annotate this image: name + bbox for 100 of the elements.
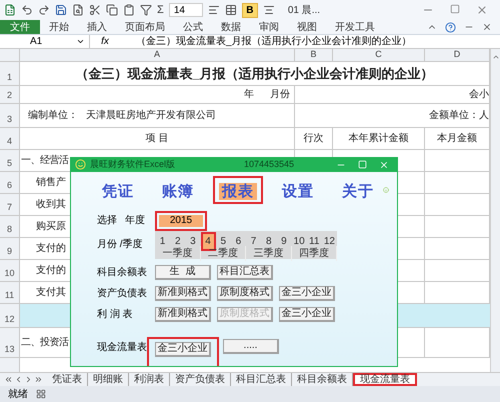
quarter-option[interactable]: 一季度 (155, 246, 200, 260)
table-cell-text: 会小 (469, 88, 489, 102)
save-icon[interactable] (55, 4, 67, 16)
table-cell-text: 支付的 (36, 242, 66, 256)
undo-icon[interactable] (21, 4, 33, 16)
month-option[interactable]: 4 (200, 232, 216, 250)
report-button[interactable]: 金三小企业 (279, 286, 335, 300)
report-button[interactable]: 生 成 (155, 264, 211, 280)
print-preview-icon[interactable] (72, 4, 84, 16)
dialog-tab[interactable]: 设置 (273, 176, 323, 204)
close-icon[interactable] (482, 22, 492, 32)
table-cell-text: 支付的 (36, 264, 66, 278)
next-sheet-icon[interactable] (24, 375, 33, 384)
center-align-icon[interactable] (262, 4, 275, 16)
report-button[interactable]: ..... (223, 338, 279, 354)
table-cell-text: 购买原 (36, 220, 66, 234)
row-number: 9 (0, 238, 20, 260)
report-label: 资产负债表 (97, 286, 148, 300)
table-cell-text: 一、经营活 (21, 154, 68, 168)
year-label: 年 (244, 88, 254, 102)
year-label: 年度 (125, 214, 145, 228)
column-header[interactable]: A (20, 49, 295, 62)
ribbon-tab[interactable]: 公式 (174, 20, 212, 34)
scissors-icon[interactable] (89, 4, 101, 16)
table-cell-text: 销售产 (36, 176, 66, 190)
spreadsheet-icon[interactable] (4, 4, 16, 16)
ribbon-tab[interactable]: 审阅 (250, 20, 288, 34)
dialog-tab[interactable]: 账簿 (153, 176, 203, 204)
column-header-cell-text: 行次 (304, 132, 324, 146)
row-number: 12 (0, 304, 20, 328)
row-number: 13 (0, 328, 20, 358)
dialog-code: 1074453545 (244, 158, 294, 171)
row-number: 3 (0, 104, 20, 128)
window-title: 01 晨... (288, 4, 320, 18)
table-cell-text: 收到其 (36, 198, 66, 212)
sum-button[interactable]: Σ (157, 2, 164, 18)
clipboard-icon[interactable] (123, 4, 135, 16)
column-header-cell-text: 本月金额 (437, 132, 477, 146)
report-button[interactable]: 金三小企业 (155, 342, 211, 356)
first-sheet-icon[interactable] (4, 375, 13, 384)
formula-text: （金三）现金流量表_月报（适用执行小企业会计准则的企业） (135, 34, 412, 49)
sheet-tab[interactable]: 现金流量表 (353, 373, 417, 386)
row-number: 1 (0, 62, 20, 86)
column-header[interactable]: C (333, 49, 425, 62)
report-button[interactable]: 新准则格式 (155, 286, 211, 300)
help-icon[interactable] (445, 22, 456, 32)
table-cell-text: 二、投资活 (21, 336, 68, 350)
table-cell-text: 支付其 (36, 286, 66, 300)
ribbon-tab[interactable]: 页面布局 (116, 20, 174, 34)
year-field[interactable]: 2015 (159, 214, 203, 226)
quarter-option[interactable]: 二季度 (200, 246, 246, 260)
column-header[interactable]: D (425, 49, 490, 62)
row-number: 5 (0, 150, 20, 172)
previous-sheet-icon[interactable] (14, 375, 23, 384)
redo-icon[interactable] (38, 4, 50, 16)
align-icon[interactable] (208, 4, 220, 16)
row-number: 4 (0, 128, 20, 150)
last-sheet-icon[interactable] (34, 375, 43, 384)
table-cell-text: 金额单位：人 (429, 108, 489, 123)
scroll-up-icon[interactable] (492, 53, 500, 61)
report-button[interactable]: 原制度格式 (217, 286, 273, 300)
month-quarter-label: 月份 /季度 (97, 238, 144, 252)
close-icon[interactable] (476, 4, 488, 16)
row-number: 8 (0, 216, 20, 238)
report-button[interactable]: 科目汇总表 (217, 264, 273, 280)
row-number: 6 (0, 172, 20, 194)
report-label: 现金流量表 (97, 340, 148, 355)
macro-icon[interactable] (36, 389, 46, 399)
unit-label: 编制单位： (28, 108, 78, 123)
sheet-title: （金三）现金流量表_月报（适用执行小企业会计准则的企业） (75, 64, 434, 83)
table-icon[interactable] (224, 4, 237, 16)
font-size-field[interactable]: 14 (168, 3, 203, 17)
column-header-cell-text: 本年累计金额 (348, 132, 408, 146)
column-header[interactable]: B (295, 49, 333, 62)
vertical-scrollbar[interactable] (490, 49, 500, 372)
select-label: 选择 (97, 214, 117, 228)
report-label: 利 润 表 (97, 308, 134, 322)
dialog-tab[interactable]: 关于 (333, 176, 383, 204)
ribbon-tab[interactable]: 数据 (212, 20, 250, 34)
ribbon-tab[interactable]: 视图 (288, 20, 326, 34)
report-button[interactable]: 新准则格式 (155, 306, 211, 322)
quarter-option[interactable]: 三季度 (246, 246, 292, 260)
report-label: 科目余额表 (97, 266, 148, 280)
filter-icon[interactable] (140, 4, 152, 16)
name-box[interactable]: A1 (0, 35, 90, 48)
ribbon-tab[interactable]: 开始 (40, 20, 78, 34)
bold-button[interactable]: B (242, 2, 258, 18)
ribbon-tab[interactable]: 开发工具 (326, 20, 384, 34)
status-text: 就绪 (8, 388, 28, 402)
function-button[interactable]: fx (90, 34, 120, 49)
dialog-tab[interactable]: 凭证 (93, 176, 143, 204)
maximize-icon[interactable] (450, 4, 460, 14)
row-number: 7 (0, 194, 20, 216)
quarter-option[interactable]: 四季度 (292, 246, 337, 260)
row-number: 10 (0, 260, 20, 282)
report-button[interactable]: 金三小企业 (279, 306, 335, 322)
ribbon-tab[interactable]: 插入 (78, 20, 116, 34)
file-tab[interactable]: 文件 (0, 20, 40, 34)
copy-icon[interactable] (106, 4, 118, 16)
column-header-cell-text: 项 目 (146, 132, 168, 146)
